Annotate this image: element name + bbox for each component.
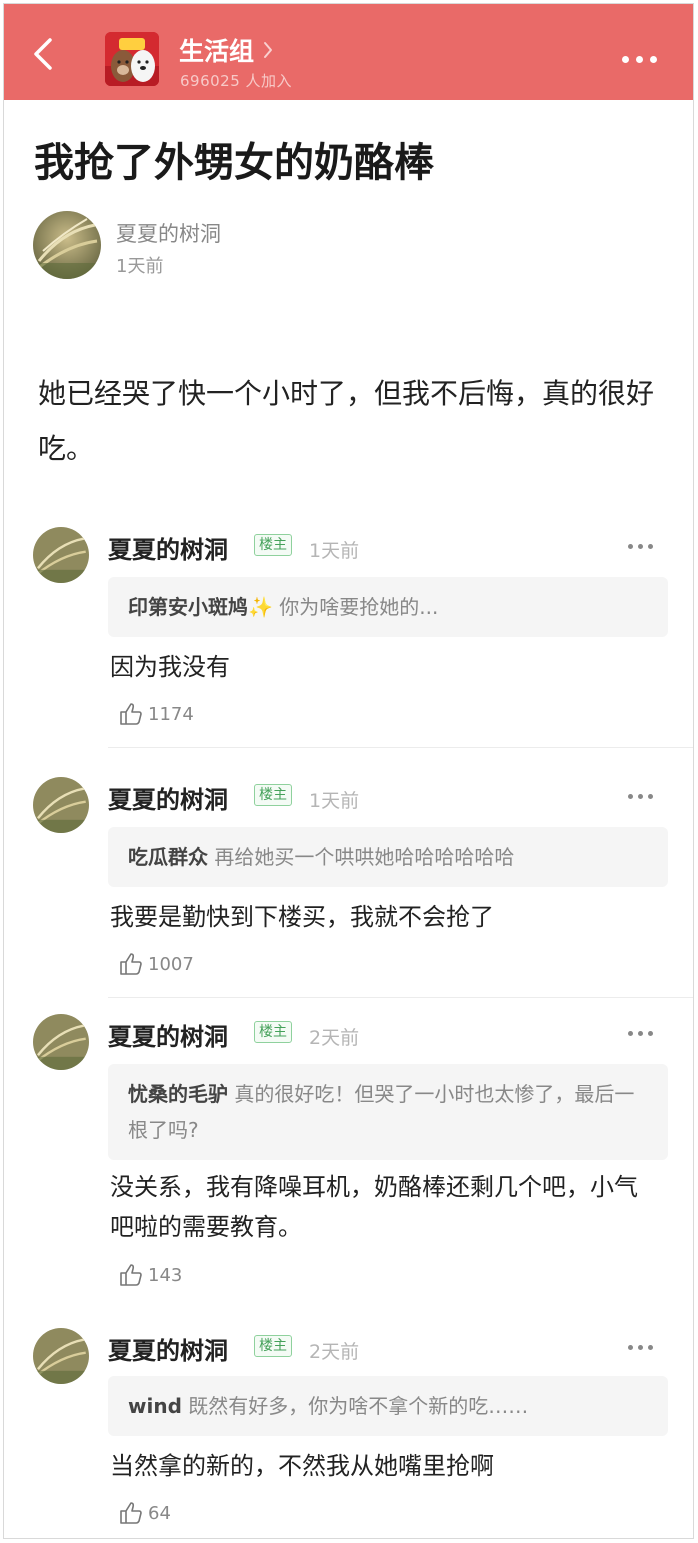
comment-more-button[interactable] <box>628 544 653 549</box>
app-frame: 生活组 696025 人加入 我抢了外甥女的奶酪棒 夏夏的树洞 1天前 她已经哭… <box>3 3 694 1539</box>
like-count: 1174 <box>148 703 194 725</box>
comment-author[interactable]: 夏夏的树洞 <box>108 780 228 815</box>
like-button[interactable]: 64 <box>118 1500 171 1526</box>
comment-reply-text: 没关系，我有降噪耳机，奶酪棒还剩几个吧，小气吧啦的需要教育。 <box>110 1173 638 1241</box>
thumbs-up-icon <box>120 703 142 725</box>
dot-icon <box>628 544 633 549</box>
group-title-link[interactable]: 生活组 <box>179 33 274 67</box>
dot-icon <box>648 1345 653 1350</box>
quoted-comment[interactable]: 印第安小斑鸠✨ 你为啥要抢她的... <box>108 577 668 637</box>
comment-avatar[interactable] <box>33 1328 89 1384</box>
author-avatar[interactable] <box>33 211 101 279</box>
comment-time: 2天前 <box>309 1027 360 1049</box>
quoted-text: 你为啥要抢她的... <box>272 595 439 619</box>
dot-icon <box>648 794 653 799</box>
like-count: 143 <box>148 1264 183 1286</box>
grass-avatar-icon <box>33 527 89 583</box>
group-avatar[interactable] <box>105 32 159 86</box>
dot-icon <box>638 544 643 549</box>
thumbs-up-icon <box>120 1502 142 1524</box>
comment-more-button[interactable] <box>628 1345 653 1350</box>
op-badge: 楼主 <box>254 1021 292 1043</box>
group-name: 生活组 <box>179 37 255 66</box>
member-count: 696025 人加入 <box>180 72 293 90</box>
comment-reply-text: 因为我没有 <box>110 653 230 681</box>
quoted-text: 既然有好多，你为啥不拿个新的吃…… <box>181 1394 529 1418</box>
thumbs-up-icon <box>120 953 142 975</box>
grass-avatar-icon <box>33 1328 89 1384</box>
comment-time: 1天前 <box>309 540 360 562</box>
thumbs-up-icon <box>120 1264 142 1286</box>
comment-reply-text: 当然拿的新的，不然我从她嘴里抢啊 <box>110 1452 494 1480</box>
dot-icon <box>638 1345 643 1350</box>
dot-icon <box>648 544 653 549</box>
op-badge: 楼主 <box>254 534 292 556</box>
grass-avatar-icon <box>33 1014 89 1070</box>
dot-icon <box>638 1031 643 1036</box>
dot-icon <box>628 1031 633 1036</box>
dot-icon <box>622 56 629 63</box>
quoted-comment[interactable]: 忧桑的毛驴 真的很好吃！但哭了一小时也太惨了，最后一根了吗? <box>108 1064 668 1160</box>
dot-icon <box>638 794 643 799</box>
quoted-author: 吃瓜群众 <box>128 845 208 869</box>
post-time: 1天前 <box>116 256 164 277</box>
comment-more-button[interactable] <box>628 794 653 799</box>
quoted-text: 再给她买一个哄哄她哈哈哈哈哈哈 <box>208 845 515 869</box>
comment-author[interactable]: 夏夏的树洞 <box>108 1331 228 1366</box>
dot-icon <box>636 56 643 63</box>
comment-time: 2天前 <box>309 1341 360 1363</box>
quoted-author: 忧桑的毛驴 <box>128 1082 228 1106</box>
comment-avatar[interactable] <box>33 1014 89 1070</box>
comment-more-button[interactable] <box>628 1031 653 1036</box>
op-badge: 楼主 <box>254 1335 292 1357</box>
like-button[interactable]: 143 <box>118 1262 182 1288</box>
post-body: 她已经哭了快一个小时了，但我不后悔，真的很好吃。 <box>38 377 655 465</box>
comment-avatar[interactable] <box>33 777 89 833</box>
dot-icon <box>628 794 633 799</box>
like-count: 1007 <box>148 953 194 975</box>
chevron-right-icon <box>264 42 273 58</box>
comment-avatar[interactable] <box>33 527 89 583</box>
like-count: 64 <box>148 1502 171 1524</box>
quoted-comment[interactable]: 吃瓜群众 再给她买一个哄哄她哈哈哈哈哈哈 <box>108 827 668 887</box>
quoted-author: wind <box>128 1394 182 1418</box>
like-button[interactable]: 1007 <box>118 951 194 977</box>
divider <box>108 997 693 998</box>
dot-icon <box>628 1345 633 1350</box>
op-badge: 楼主 <box>254 784 292 806</box>
like-button[interactable]: 1174 <box>118 701 194 727</box>
comment-author[interactable]: 夏夏的树洞 <box>108 1017 228 1052</box>
comment-reply-text: 我要是勤快到下楼买，我就不会抢了 <box>110 903 494 931</box>
quoted-author: 印第安小斑鸠 <box>128 595 248 619</box>
top-bar: 生活组 696025 人加入 <box>4 4 693 100</box>
sparkles-icon: ✨ <box>248 595 273 619</box>
grass-avatar-icon <box>33 211 101 279</box>
comment-author[interactable]: 夏夏的树洞 <box>108 530 228 565</box>
post-title: 我抢了外甥女的奶酪棒 <box>34 140 434 186</box>
back-arrow-icon <box>34 38 52 70</box>
grass-avatar-icon <box>33 777 89 833</box>
comment-time: 1天前 <box>309 790 360 812</box>
more-options-button[interactable] <box>622 56 657 63</box>
quoted-comment[interactable]: wind 既然有好多，你为啥不拿个新的吃…… <box>108 1376 668 1436</box>
dot-icon <box>648 1031 653 1036</box>
divider <box>108 747 693 748</box>
author-name[interactable]: 夏夏的树洞 <box>116 218 221 248</box>
dot-icon <box>650 56 657 63</box>
back-button[interactable] <box>28 36 62 72</box>
bears-logo-icon <box>105 32 159 86</box>
